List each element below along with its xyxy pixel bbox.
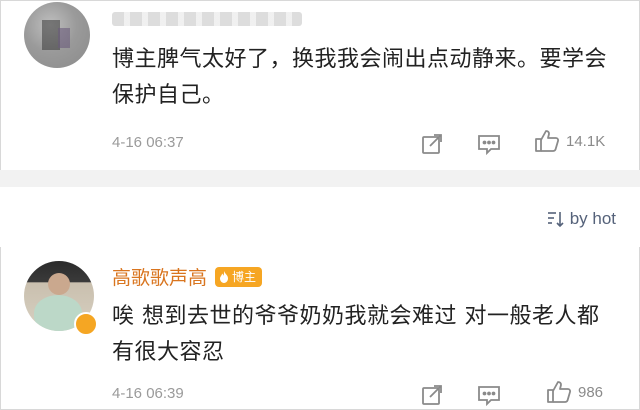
- author-badge: 博主: [215, 266, 263, 287]
- sort-label: by hot: [569, 209, 616, 228]
- reply-icon: [478, 386, 500, 407]
- author-row: 高歌歌声高 博主: [112, 263, 263, 290]
- avatar[interactable]: [24, 2, 90, 68]
- reply-button[interactable]: [476, 132, 502, 156]
- comment-text: 博主脾气太好了，换我我会闹出点动静来。要学会保护自己。: [112, 47, 608, 108]
- share-icon: [422, 385, 442, 405]
- avatar-face: [48, 273, 70, 295]
- sort-bar: by hot: [0, 187, 640, 247]
- share-button[interactable]: [420, 132, 444, 156]
- share-button[interactable]: [420, 383, 444, 407]
- fire-icon: [220, 270, 229, 283]
- comment-item: 博主脾气太好了，换我我会闹出点动静来。要学会保护自己。 4-16 06:37 1…: [0, 0, 640, 170]
- like-icon: [547, 381, 572, 403]
- comment-text: 唉 想到去世的爷爷奶奶我就会难过 对一般老人都有很大容忍: [112, 304, 600, 365]
- badge-label: 博主: [232, 270, 257, 284]
- username[interactable]: 高歌歌声高: [112, 263, 207, 290]
- section-divider: [0, 170, 640, 187]
- username-redacted: [112, 12, 302, 26]
- share-icon: [422, 134, 442, 154]
- like-count: 14.1K: [566, 132, 606, 150]
- sort-toggle-button[interactable]: by hot: [546, 209, 616, 229]
- reply-button[interactable]: [476, 383, 502, 407]
- avatar-blur: [58, 28, 70, 48]
- like-button[interactable]: 14.1K: [534, 128, 605, 154]
- comment-time: 4-16 06:37: [112, 134, 184, 151]
- like-icon: [535, 130, 560, 152]
- reply-icon: [478, 135, 500, 156]
- sort-icon: [547, 212, 564, 228]
- comment-time: 4-16 06:39: [112, 385, 184, 402]
- verified-icon: [74, 312, 98, 336]
- like-count: 986: [578, 383, 604, 401]
- like-button[interactable]: 986: [546, 379, 603, 405]
